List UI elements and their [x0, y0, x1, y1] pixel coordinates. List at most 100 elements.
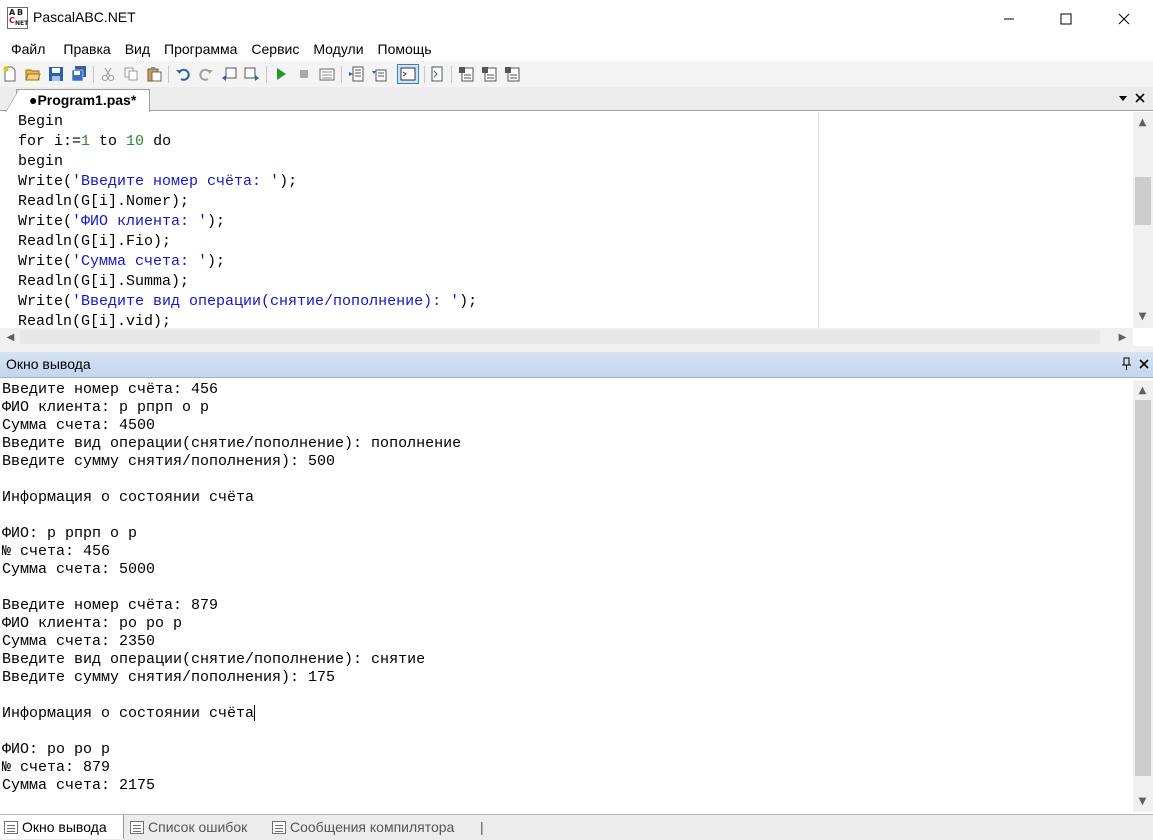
- menu-help[interactable]: Помощь: [373, 38, 437, 60]
- code-line[interactable]: Begin: [18, 112, 477, 132]
- compile-icon: [319, 68, 335, 81]
- code-line[interactable]: Readln(G[i].Fio);: [18, 232, 477, 252]
- code-line[interactable]: begin: [18, 152, 477, 172]
- scroll-up-arrow[interactable]: ▲: [1134, 382, 1151, 399]
- locals-icon: [505, 67, 520, 82]
- code-line[interactable]: Readln(G[i].vid);: [18, 312, 477, 328]
- output-line: Сумма счета: 2350: [2, 633, 156, 650]
- output-scroll-thumb[interactable]: [1135, 400, 1151, 776]
- icon-letter-net: NET: [15, 20, 29, 27]
- locals-button[interactable]: [503, 65, 521, 83]
- stop-button[interactable]: [295, 65, 313, 83]
- pin-panel-button[interactable]: [1121, 357, 1133, 375]
- scroll-up-arrow[interactable]: ▲: [1134, 114, 1151, 131]
- output-window-toggle-button[interactable]: [397, 64, 419, 84]
- output-line: Сумма счета: 4500: [2, 417, 156, 434]
- code-token: begin: [18, 153, 64, 170]
- debug-icon: [431, 66, 443, 82]
- editor-scroll-thumb[interactable]: [1135, 177, 1151, 225]
- code-text[interactable]: Begin for i:=1 to 10 do begin Write('Введит…: [18, 112, 477, 328]
- tab-program1-label: ●Program1.pas*: [29, 92, 137, 108]
- code-line[interactable]: Write('Сумма счета: ');: [18, 252, 477, 272]
- code-editor[interactable]: Begin for i:=1 to 10 do begin Write('Введит…: [0, 112, 1153, 328]
- scroll-down-arrow[interactable]: ▼: [1134, 793, 1151, 810]
- tab-list-dropdown-button[interactable]: [1117, 92, 1129, 108]
- save-all-button[interactable]: [70, 65, 88, 83]
- bottom-tab-strip: Окно вывода Список ошибок Сообщения комп…: [0, 814, 1153, 840]
- new-file-button[interactable]: [1, 65, 19, 83]
- code-token: Readln(G[i].Fio);: [18, 233, 172, 250]
- code-token: for i:=: [18, 133, 82, 150]
- code-line[interactable]: Write('ФИО клиента: ');: [18, 212, 477, 232]
- unindent-button[interactable]: [220, 65, 238, 83]
- tab-output-window[interactable]: Окно вывода: [0, 815, 124, 839]
- document-tab-strip: ●Program1.pas*: [0, 87, 1153, 113]
- close-tab-button[interactable]: [1134, 92, 1146, 108]
- cut-icon: [102, 67, 114, 81]
- open-icon: [25, 69, 41, 81]
- code-line[interactable]: Write('Введите вид операции(снятие/попол…: [18, 292, 477, 312]
- compile-button[interactable]: [318, 65, 336, 83]
- save-button[interactable]: [47, 65, 65, 83]
- save-icon: [49, 67, 63, 81]
- output-vertical-scrollbar[interactable]: ▲ ▼: [1133, 380, 1153, 812]
- output-panel-title: Окно вывода: [6, 356, 91, 372]
- maximize-icon: [1060, 13, 1072, 24]
- undo-icon: [176, 68, 190, 81]
- menu-modules[interactable]: Модули: [308, 38, 368, 60]
- code-line[interactable]: Write('Введите номер счёта: ');: [18, 172, 477, 192]
- tab-program1[interactable]: ●Program1.pas*: [5, 89, 150, 113]
- redo-button[interactable]: [197, 65, 215, 83]
- output-line: ФИО клиента: р рпрп о р: [2, 399, 210, 416]
- code-token: );: [207, 213, 226, 230]
- output-window-icon: [400, 67, 416, 81]
- menu-program[interactable]: Программа: [159, 38, 242, 60]
- code-line[interactable]: Readln(G[i].Nomer);: [18, 192, 477, 212]
- step-over-button[interactable]: [370, 65, 388, 83]
- editor-vertical-scrollbar[interactable]: ▲ ▼: [1133, 112, 1153, 328]
- copy-button[interactable]: [122, 65, 140, 83]
- editor-hscroll-thumb[interactable]: [20, 330, 1100, 344]
- close-window-button[interactable]: [1095, 0, 1153, 37]
- menu-view[interactable]: Вид: [120, 38, 155, 60]
- output-line: Сумма счета: 5000: [2, 561, 156, 578]
- output-panel-header: Окно вывода: [0, 352, 1153, 378]
- form-designer-button[interactable]: [457, 65, 475, 83]
- cut-button[interactable]: [99, 65, 117, 83]
- output-text[interactable]: Введите номер счёта: 456 ФИО клиента: р р…: [2, 381, 461, 795]
- scroll-right-arrow[interactable]: ▶: [1114, 329, 1131, 346]
- code-line[interactable]: for i:=1 to 10 do: [18, 132, 477, 152]
- close-panel-button[interactable]: [1138, 358, 1150, 374]
- run-icon: [277, 68, 286, 80]
- paste-button[interactable]: [145, 65, 163, 83]
- undo-button[interactable]: [174, 65, 192, 83]
- watch-button[interactable]: [480, 65, 498, 83]
- code-token: 'Сумма счета: ': [72, 253, 208, 270]
- scroll-down-arrow[interactable]: ▼: [1134, 308, 1151, 325]
- maximize-button[interactable]: [1037, 0, 1095, 37]
- editor-horizontal-scrollbar[interactable]: ◀ ▶: [0, 328, 1133, 346]
- minimize-button[interactable]: [980, 0, 1038, 37]
- code-line[interactable]: Readln(G[i].Summa);: [18, 272, 477, 292]
- indent-button[interactable]: [243, 65, 261, 83]
- error-list-icon: [130, 820, 144, 834]
- close-icon: [1135, 93, 1145, 103]
- open-button[interactable]: [24, 65, 42, 83]
- step-into-button[interactable]: [347, 65, 365, 83]
- toolbar-separator: [451, 66, 452, 83]
- tab-error-list[interactable]: Список ошибок: [126, 815, 266, 839]
- run-button[interactable]: [272, 65, 290, 83]
- debug-button[interactable]: [428, 65, 446, 83]
- menu-edit[interactable]: Правка: [58, 38, 115, 60]
- menu-service[interactable]: Сервис: [246, 38, 304, 60]
- output-line: Информация о состоянии счёта: [2, 489, 255, 506]
- menu-file[interactable]: Файл: [6, 38, 50, 60]
- output-window[interactable]: Введите номер счёта: 456 ФИО клиента: р р…: [0, 380, 1133, 812]
- tab-compiler-messages[interactable]: Сообщения компилятора: [268, 815, 478, 839]
- output-line: ФИО клиента: ро ро р: [2, 615, 183, 632]
- scroll-left-arrow[interactable]: ◀: [2, 329, 19, 346]
- code-token: );: [207, 253, 226, 270]
- toolbar-separator: [341, 66, 342, 83]
